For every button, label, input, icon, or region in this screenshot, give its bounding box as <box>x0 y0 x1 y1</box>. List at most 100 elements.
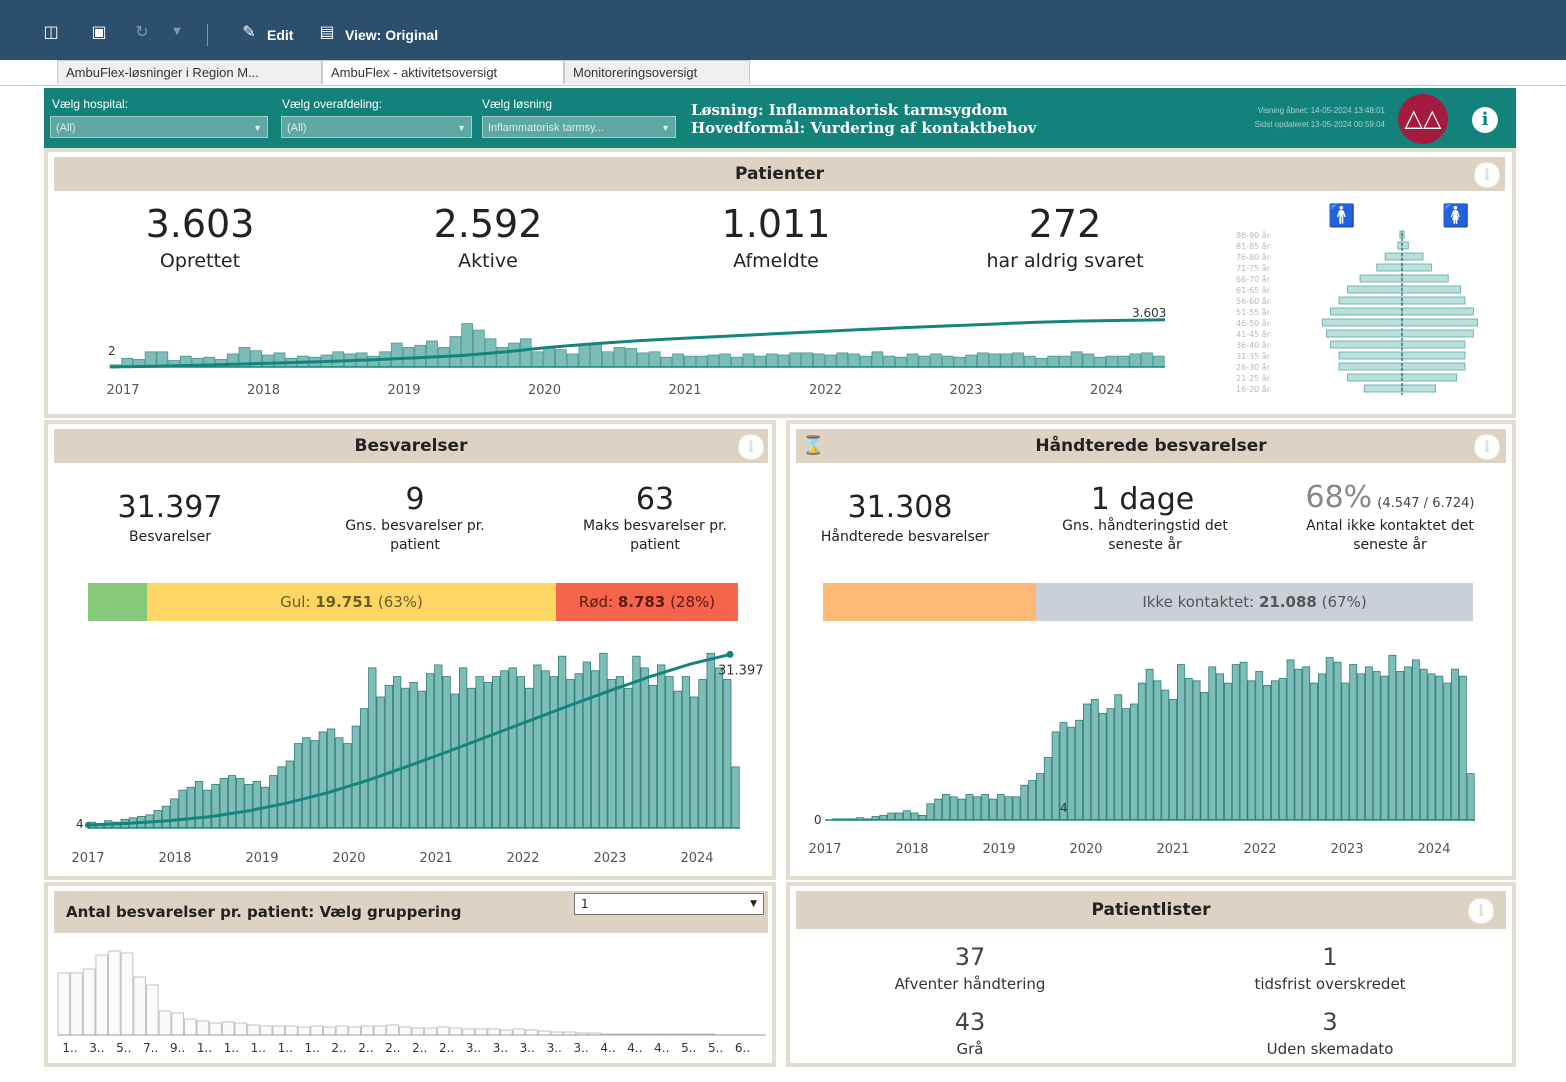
red-prefix: Rød: <box>578 593 618 611</box>
chart-bar <box>351 725 360 829</box>
chart-bar <box>754 355 767 368</box>
age-label: 81-85 år <box>1236 241 1271 251</box>
info-icon[interactable]: i <box>1472 107 1498 133</box>
chart-bar <box>1435 675 1444 821</box>
view-icon[interactable]: ▤ <box>318 22 336 42</box>
chart-bar <box>1047 355 1060 368</box>
graa-value[interactable]: 43 <box>870 1008 1070 1036</box>
chart-bar <box>1325 657 1334 821</box>
edit-button[interactable]: Edit <box>267 27 293 43</box>
chart-bar <box>1090 698 1099 821</box>
chart-bar <box>1098 712 1107 821</box>
chart-bar <box>742 353 755 368</box>
chevron-down-icon[interactable]: ▼ <box>168 22 186 42</box>
chart-bar <box>1169 698 1178 821</box>
edit-icon[interactable]: ✎ <box>240 22 258 42</box>
male-icon: 🚹 <box>1328 203 1355 229</box>
line-start-label: 2 <box>108 344 116 358</box>
chart-bar <box>1419 668 1428 821</box>
chart-bar <box>434 664 443 829</box>
chart-bar <box>1012 796 1021 821</box>
green-segment[interactable] <box>88 583 147 621</box>
histogram-bar <box>411 1027 425 1036</box>
per-patient-chart: 1.. 3.. 5.. 7.. 9.. 1.. 1.. 1.. 1.. 1.. 2.. 2.. 2.. 2… <box>57 950 766 1055</box>
afventer-value[interactable]: 37 <box>870 943 1070 971</box>
chart-bar <box>1153 680 1162 821</box>
chart-bar <box>965 354 978 368</box>
x-tick-label: 2020 <box>1069 842 1102 857</box>
info-icon[interactable]: i <box>1468 898 1494 924</box>
chart-bar <box>871 351 884 368</box>
chart-bar <box>988 353 1001 368</box>
save-icon[interactable]: ▣ <box>90 22 108 42</box>
x-tick-label: 3.. <box>493 1041 508 1055</box>
hospital-filter-select[interactable]: (All) ▼ <box>50 116 268 138</box>
gruppering-select[interactable]: 1 ▼ <box>574 893 764 915</box>
red-segment[interactable]: Rød: 8.783 (28%) <box>556 583 738 621</box>
chart-bar <box>332 351 345 368</box>
chart-bar <box>883 355 895 368</box>
chart-bar <box>1404 666 1412 821</box>
overafdeling-filter-select[interactable]: (All) ▼ <box>281 116 472 138</box>
x-tick-label: 2020 <box>332 851 365 866</box>
age-label: 86-90 år <box>1236 230 1271 240</box>
chart-bar <box>1364 666 1373 821</box>
chart-bar <box>194 781 204 829</box>
line-end-label: 31.397 <box>718 663 764 678</box>
chart-bar <box>1278 678 1287 821</box>
tab-aktivitetsoversigt[interactable]: AmbuFlex - aktivitetsoversigt <box>322 60 564 84</box>
grey-prefix: Ikke kontaktet: <box>1142 593 1259 611</box>
besvarelser-avg-label: Gns. besvarelser pr. patient <box>345 518 485 553</box>
orange-segment[interactable] <box>823 583 1036 621</box>
datasource-icon[interactable]: ◫ <box>42 22 60 42</box>
histogram-bar <box>133 976 146 1036</box>
chart-bar <box>766 353 778 368</box>
chart-bar <box>660 356 673 368</box>
solution-title: Løsning: Inflammatorisk tarmsygdom <box>691 101 1008 119</box>
chart-bar <box>1070 351 1083 368</box>
chart-bar <box>368 667 377 829</box>
haandterede-total-value: 31.308 <box>847 490 953 525</box>
yellow-segment[interactable]: Gul: 19.751 (63%) <box>147 583 556 621</box>
info-icon[interactable]: i <box>738 434 764 460</box>
losning-filter-select[interactable]: Inflammatorisk tarmsy... ▼ <box>482 116 676 138</box>
chart-bar <box>186 786 195 829</box>
besvarelser-max-value: 63 <box>635 482 675 517</box>
tab-monitoreringsoversigt[interactable]: Monitoreringsoversigt <box>564 60 750 84</box>
haandterede-pct-value: 68% <box>1305 480 1373 515</box>
chart-bar <box>409 682 418 829</box>
x-tick-label: 2018 <box>247 383 280 398</box>
besvarelser-avg-value: 9 <box>405 482 425 517</box>
tab-losninger[interactable]: AmbuFlex-løsninger i Region M... <box>57 60 322 84</box>
chart-bar <box>392 676 402 829</box>
chart-bar <box>461 323 473 368</box>
chart-bar <box>1333 661 1342 821</box>
chart-bar <box>957 798 966 821</box>
chart-bar <box>777 354 790 368</box>
chart-bar <box>1059 355 1071 368</box>
tidsfrist-value[interactable]: 1 <box>1230 943 1430 971</box>
redo-icon[interactable]: ↻ <box>133 22 151 42</box>
chart-bar <box>1051 731 1060 821</box>
chart-bar <box>1302 666 1311 821</box>
chart-bar <box>624 687 633 829</box>
x-tick-label: 5.. <box>708 1041 723 1055</box>
view-button[interactable]: View: Original <box>345 27 438 43</box>
chart-bar <box>1388 654 1397 821</box>
updated-timestamp: Sidst opdateret 13-05-2024 00:59:04 <box>1254 120 1385 129</box>
chart-bar <box>949 796 958 821</box>
handled-chart: 2017 2018 2019 2020 2021 2022 2023 2024 0 4 <box>808 654 1475 857</box>
chart-bar <box>789 352 802 368</box>
x-tick-label: 2023 <box>1330 842 1363 857</box>
age-label: 66-70 år <box>1236 274 1271 284</box>
chart-bar <box>910 812 919 821</box>
uden-skemadato-value[interactable]: 3 <box>1230 1008 1430 1036</box>
chart-bar <box>1177 664 1185 821</box>
info-icon[interactable]: i <box>1474 434 1500 460</box>
pyramid-bar-male <box>1330 340 1403 349</box>
patienter-title: Patienter <box>54 157 1505 191</box>
info-icon[interactable]: i <box>1474 162 1500 188</box>
x-tick-label: 2022 <box>506 851 539 866</box>
chart-bar <box>277 766 286 829</box>
ikke-kontaktet-segment[interactable]: Ikke kontaktet: 21.088 (67%) <box>1036 583 1473 621</box>
